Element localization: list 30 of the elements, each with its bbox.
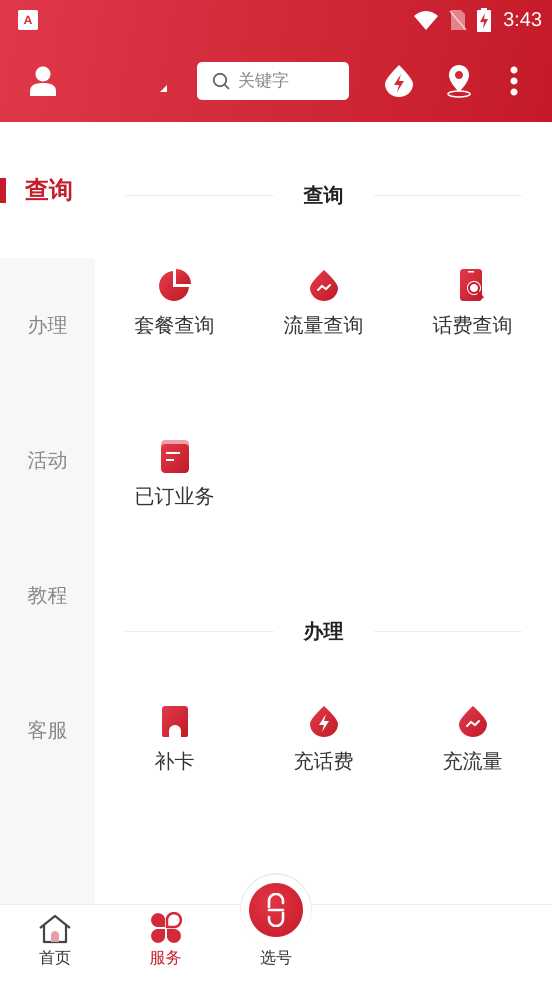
dropdown-icon[interactable] bbox=[160, 84, 167, 92]
search-field[interactable]: 关键字 bbox=[197, 62, 349, 100]
service-label[interactable]: 充话费 bbox=[294, 748, 354, 775]
nav-tab[interactable]: 首页 bbox=[0, 905, 110, 981]
pie-chart-icon[interactable] bbox=[158, 268, 192, 302]
user-icon[interactable] bbox=[30, 66, 56, 96]
service-label[interactable]: 流量查询 bbox=[284, 312, 364, 339]
service-label[interactable]: 已订业务 bbox=[134, 483, 214, 510]
section-title: 查询 bbox=[304, 182, 344, 208]
battery-icon bbox=[477, 8, 492, 32]
location-pin-icon[interactable] bbox=[446, 64, 472, 98]
service-label[interactable]: 充流量 bbox=[442, 748, 502, 775]
clock-time: 3:43 bbox=[503, 8, 542, 32]
clover-icon bbox=[150, 912, 182, 944]
notification-icon: A bbox=[18, 10, 38, 30]
bolt-drop-icon[interactable] bbox=[385, 65, 413, 97]
link-icon bbox=[264, 893, 287, 927]
section-title: 办理 bbox=[304, 618, 344, 644]
search-icon bbox=[212, 72, 230, 90]
nav-tab[interactable]: 服务 bbox=[110, 905, 221, 981]
more-icon[interactable] bbox=[510, 66, 518, 96]
nav-tab[interactable]: 选号 bbox=[260, 948, 292, 969]
service-label[interactable]: 套餐查询 bbox=[134, 312, 214, 339]
service-label[interactable]: 话费查询 bbox=[432, 312, 512, 339]
service-label[interactable]: 补卡 bbox=[154, 748, 194, 775]
number-pick-button[interactable] bbox=[248, 883, 303, 937]
home-icon bbox=[38, 914, 72, 944]
wifi-icon bbox=[413, 10, 440, 30]
no-sim-icon bbox=[449, 9, 468, 31]
sidebar-tab[interactable]: 查询 bbox=[0, 122, 95, 258]
